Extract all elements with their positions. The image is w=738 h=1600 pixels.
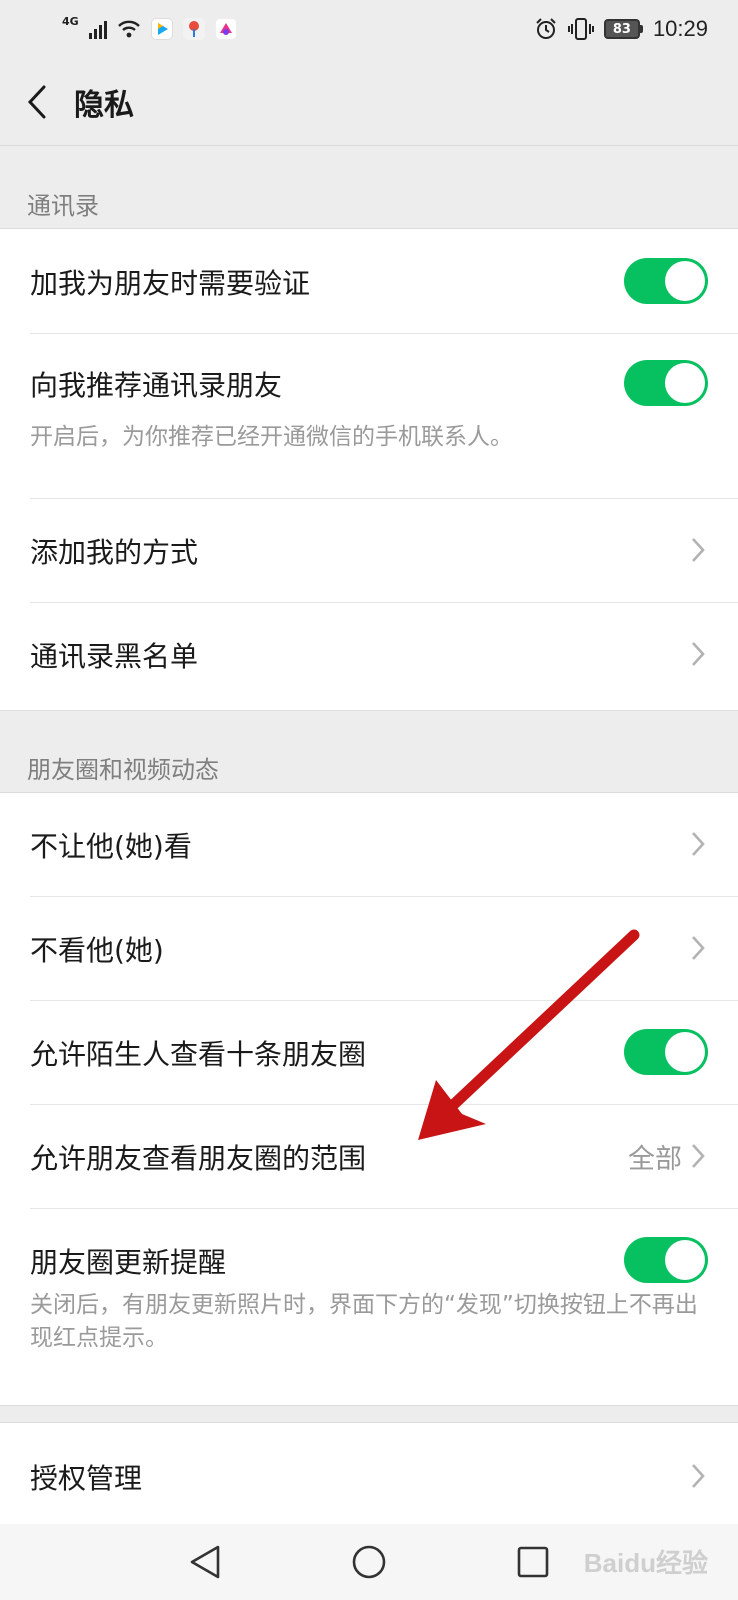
row-label: 授权管理 xyxy=(30,1462,143,1495)
clock: 10:29 xyxy=(652,16,708,41)
page-title: 隐私 xyxy=(74,87,134,123)
back-nav-button[interactable] xyxy=(183,1540,227,1584)
contacts-blacklist-row[interactable]: 通讯录黑名单 xyxy=(0,603,738,711)
network-type: 4G xyxy=(62,14,79,28)
back-button[interactable] xyxy=(0,58,74,146)
chevron-right-icon xyxy=(692,936,705,960)
section-header-moments: 朋友圈和视频动态 xyxy=(27,756,219,784)
hide-from-row[interactable]: 不让他(她)看 xyxy=(0,793,738,896)
add-me-methods-row[interactable]: 添加我的方式 xyxy=(0,499,738,602)
friends-view-range-row[interactable]: 允许朋友查看朋友圈的范围 全部 xyxy=(0,1105,738,1208)
chevron-left-icon xyxy=(27,85,46,118)
section-header-contacts: 通讯录 xyxy=(27,192,99,220)
row-description: 开启后，为你推荐已经开通微信的手机联系人。 xyxy=(30,424,513,450)
authorization-group: 授权管理 xyxy=(0,1422,738,1532)
moments-update-reminder-row[interactable]: 朋友圈更新提醒 关闭后，有朋友更新照片时，界面下方的“发现”切换按钮上不再出现红… xyxy=(0,1209,738,1406)
toggle-knob xyxy=(665,363,705,403)
strangers-view-ten-posts-row[interactable]: 允许陌生人查看十条朋友圈 xyxy=(0,1001,738,1104)
row-label: 允许朋友查看朋友圈的范围 xyxy=(30,1142,367,1175)
battery-level: 83 xyxy=(603,19,640,39)
wifi-icon xyxy=(117,20,140,38)
recents-nav-button[interactable] xyxy=(511,1540,555,1584)
toggle-knob xyxy=(665,261,705,301)
alarm-icon xyxy=(536,18,556,39)
signal-icon xyxy=(88,19,107,39)
row-label: 加我为朋友时需要验证 xyxy=(30,267,311,300)
row-label: 添加我的方式 xyxy=(30,536,199,569)
row-label: 向我推荐通讯录朋友 xyxy=(30,369,283,402)
status-bar: 4G 83 10:29 xyxy=(0,0,738,58)
row-label: 不看他(她) xyxy=(30,934,164,967)
home-nav-button[interactable] xyxy=(347,1540,391,1584)
row-label: 通讯录黑名单 xyxy=(30,640,199,673)
chevron-right-icon xyxy=(692,538,705,562)
triangle-back-icon xyxy=(190,1545,220,1579)
chevron-right-icon xyxy=(692,832,705,856)
strangers-view-toggle[interactable] xyxy=(624,1029,708,1075)
moments-update-toggle[interactable] xyxy=(624,1237,708,1283)
row-label: 不让他(她)看 xyxy=(30,830,192,863)
row-label: 允许陌生人查看十条朋友圈 xyxy=(30,1038,367,1071)
moments-settings-group: 不让他(她)看 不看他(她) 允许陌生人查看十条朋友圈 允许朋友查看朋友圈的范围… xyxy=(0,792,738,1406)
verify-friend-toggle[interactable] xyxy=(624,258,708,304)
nav-bar: 隐私 xyxy=(0,58,738,146)
row-label: 朋友圈更新提醒 xyxy=(30,1246,227,1279)
toggle-knob xyxy=(665,1032,705,1072)
chevron-right-icon xyxy=(692,1464,705,1488)
toggle-knob xyxy=(665,1240,705,1280)
recommend-contacts-toggle[interactable] xyxy=(624,360,708,406)
circle-home-icon xyxy=(352,1545,386,1579)
hide-their-posts-row[interactable]: 不看他(她) xyxy=(0,897,738,1000)
verify-friend-request-row[interactable]: 加我为朋友时需要验证 xyxy=(0,229,738,333)
chevron-right-icon xyxy=(692,642,705,666)
watermark: Baidu经验 xyxy=(583,1548,708,1578)
vibrate-icon xyxy=(567,18,594,40)
row-value: 全部 xyxy=(628,1144,682,1175)
row-description: 关闭后，有朋友更新照片时，界面下方的“发现”切换按钮上不再出现红点提示。 xyxy=(30,1292,698,1351)
contacts-settings-group: 加我为朋友时需要验证 向我推荐通讯录朋友 开启后，为你推荐已经开通微信的手机联系… xyxy=(0,228,738,711)
map-app-icon xyxy=(182,18,205,40)
battery-icon: 83 xyxy=(603,19,643,39)
authorization-management-row[interactable]: 授权管理 xyxy=(0,1423,738,1531)
chevron-right-icon xyxy=(692,1144,705,1168)
recommend-contacts-row[interactable]: 向我推荐通讯录朋友 开启后，为你推荐已经开通微信的手机联系人。 xyxy=(0,334,738,498)
square-recents-icon xyxy=(517,1546,549,1578)
music-app-icon xyxy=(214,18,237,40)
video-app-icon xyxy=(150,18,173,40)
